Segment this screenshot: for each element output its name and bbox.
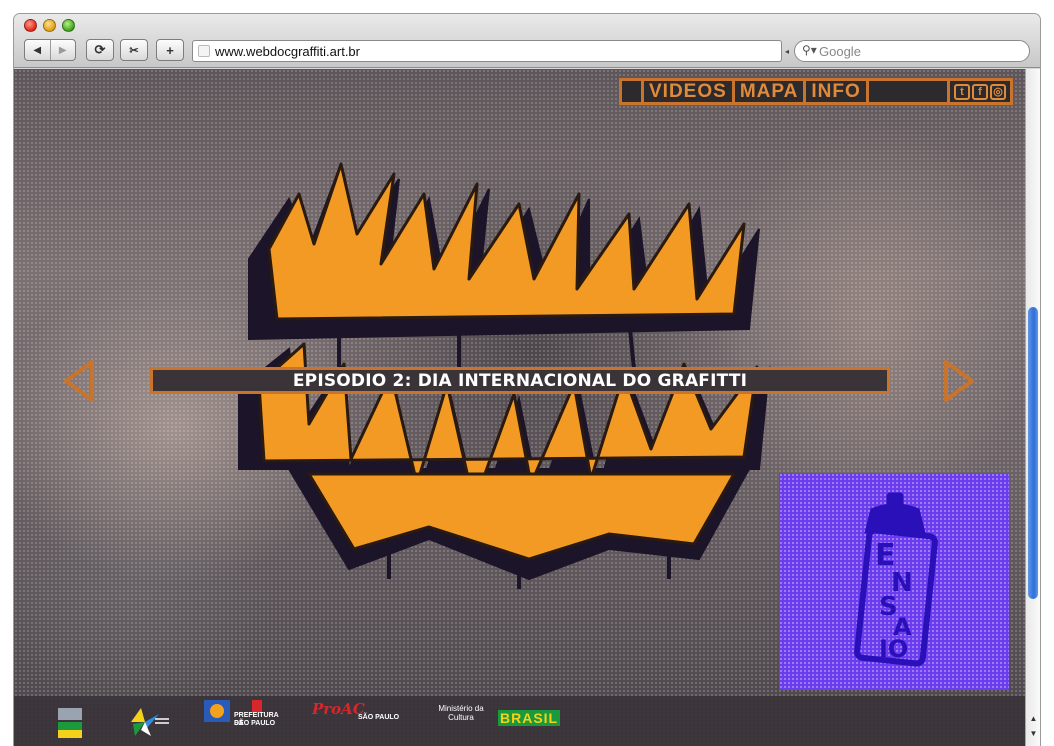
proac-logo[interactable]: ProAC SÃO PAULO	[312, 698, 404, 740]
browser-window: ◀ ▶ ⟳ ✂ + www.webdocgraffiti.art.br ◂ ⚲▾…	[14, 14, 1040, 746]
brasil-logo[interactable]: BRASIL	[498, 710, 561, 726]
sponsors-footer: PREFEITURA DE SÃO PAULO ProAC SÃO PAULO …	[14, 696, 1025, 746]
nav-link-videos[interactable]: VIDEOS	[644, 81, 735, 102]
scroll-up-arrow-icon[interactable]: ▲	[1026, 714, 1040, 723]
scrollbar-thumb[interactable]	[1028, 307, 1038, 599]
snippet-button[interactable]: ✂	[120, 39, 148, 61]
search-placeholder: Google	[819, 44, 861, 59]
ministerio-cultura-label[interactable]: Ministério da Cultura	[438, 704, 484, 722]
episode-title-banner[interactable]: EPISODIO 2: DIA INTERNACIONAL DO GRAFITT…	[150, 367, 890, 394]
ministry-crest-icon[interactable]	[56, 706, 84, 740]
browser-toolbar: ◀ ▶ ⟳ ✂ + www.webdocgraffiti.art.br ◂ ⚲▾…	[14, 14, 1040, 68]
proac-label: ProAC	[312, 700, 365, 718]
prefeitura-sp-logo[interactable]: PREFEITURA DE SÃO PAULO	[202, 698, 282, 740]
address-bar[interactable]: www.webdocgraffiti.art.br	[192, 40, 782, 62]
nav-link-info[interactable]: INFO	[806, 81, 869, 102]
ensaio-spray-can-tile[interactable]: E N S A IO	[779, 473, 1009, 690]
spray-can-icon: E N S A IO	[854, 492, 938, 667]
favicon-icon	[198, 45, 210, 57]
close-window-button[interactable]	[24, 19, 37, 32]
facebook-icon[interactable]: f	[972, 83, 988, 100]
back-button[interactable]: ◀	[25, 40, 50, 60]
governo-sp-label: SÃO PAULO	[358, 714, 400, 721]
instagram-icon[interactable]: ◎	[990, 83, 1006, 100]
minimize-window-button[interactable]	[43, 19, 56, 32]
social-links: t f ◎	[947, 81, 1010, 102]
forward-button[interactable]: ▶	[49, 40, 76, 60]
reload-button[interactable]: ⟳	[86, 39, 114, 61]
reload-icon: ⟳	[94, 42, 106, 57]
zoom-window-button[interactable]	[62, 19, 75, 32]
page-viewport: VIDEOS MAPA INFO t f ◎ EPISODIO 2: DIA I…	[14, 69, 1025, 746]
address-text: www.webdocgraffiti.art.br	[215, 44, 360, 59]
plus-icon: +	[166, 42, 174, 58]
dropdown-icon[interactable]: ◂	[785, 47, 789, 56]
snippet-icon: ✂	[129, 44, 139, 57]
search-input[interactable]: ⚲▾ Google	[794, 40, 1030, 62]
history-navigation: ◀ ▶	[24, 39, 76, 61]
nav-link-mapa[interactable]: MAPA	[735, 81, 807, 102]
scroll-down-arrow-icon[interactable]: ▼	[1026, 729, 1040, 738]
nav-spacer	[622, 81, 644, 102]
add-bookmark-button[interactable]: +	[156, 39, 184, 61]
twitter-icon[interactable]: t	[954, 83, 970, 100]
back-arrow-icon: ◀	[33, 44, 42, 56]
top-navigation: VIDEOS MAPA INFO t f ◎	[619, 78, 1013, 105]
search-icon: ⚲▾	[802, 43, 817, 57]
next-episode-arrow-icon[interactable]	[942, 359, 976, 403]
svg-text:IO: IO	[879, 635, 908, 663]
vertical-scrollbar[interactable]: ▲ ▼	[1025, 69, 1040, 746]
prefeitura-city: SÃO PAULO	[234, 720, 276, 727]
previous-episode-arrow-icon[interactable]	[62, 359, 96, 403]
pinwheel-logo-icon[interactable]	[121, 704, 171, 740]
webdoc-graffiti-logo	[238, 162, 771, 589]
forward-arrow-icon: ▶	[58, 44, 67, 56]
